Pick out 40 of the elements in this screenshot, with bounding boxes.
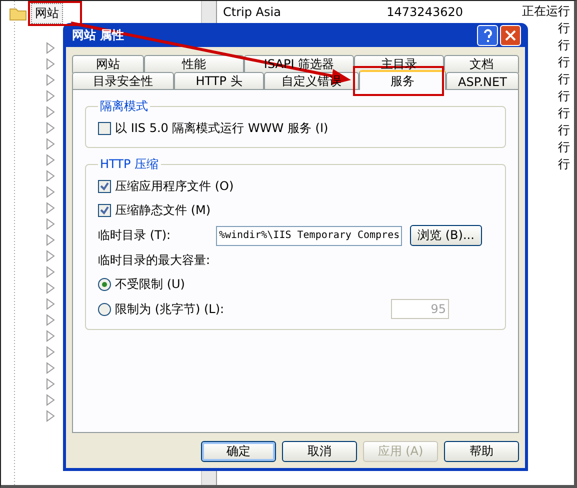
group-title: 隔离模式: [99, 98, 149, 115]
site-status: 行: [558, 139, 571, 156]
checkbox[interactable]: 压缩静态文件 (M): [98, 201, 493, 219]
site-status: 行: [558, 71, 571, 88]
tab[interactable]: 服务: [359, 70, 446, 90]
folder-icon: [9, 6, 27, 20]
site-status: 行: [558, 88, 571, 105]
checkbox[interactable]: 以 IIS 5.0 隔离模式运行 WWW 服务 (I): [98, 119, 493, 137]
dialog-button[interactable]: 确定: [201, 441, 276, 462]
tab[interactable]: 目录安全性: [72, 72, 174, 90]
directory-field[interactable]: %windir%\IIS Temporary Compres: [216, 226, 402, 246]
checkbox[interactable]: 压缩应用程序文件 (O): [98, 177, 493, 195]
check-icon: [100, 206, 109, 214]
site-name: Ctrip Asia: [223, 4, 282, 18]
radio-button[interactable]: 限制为 (兆字节) (L):: [98, 300, 224, 318]
site-status: 行: [558, 122, 571, 139]
radio-button[interactable]: 不受限制 (U): [98, 275, 185, 293]
check-icon: [100, 182, 109, 190]
field-label: 临时目录 (T):: [98, 227, 172, 244]
close-icon[interactable]: [500, 24, 521, 46]
tree-item[interactable]: 网站: [31, 3, 63, 24]
dialog-button[interactable]: 取消: [282, 441, 357, 462]
site-status: 行: [558, 20, 571, 37]
site-id: 1473243620: [386, 4, 463, 18]
highlight-box: [28, 1, 82, 26]
field-label: 临时目录的最大容量:: [98, 252, 212, 269]
browse-button[interactable]: 浏览 (B)...: [410, 225, 482, 246]
tab[interactable]: HTTP 头: [174, 72, 264, 90]
site-status: 行: [558, 54, 571, 71]
site-status: 正在运行: [522, 3, 571, 20]
tab[interactable]: 性能: [144, 55, 244, 73]
tab[interactable]: ASP.NET: [446, 72, 519, 90]
tab[interactable]: 网站: [72, 55, 144, 73]
dialog-button[interactable]: 帮助: [444, 441, 519, 462]
site-status: 行: [558, 156, 571, 173]
help-icon[interactable]: [477, 24, 498, 46]
site-status: 行: [558, 105, 571, 122]
group-title: HTTP 压缩: [99, 156, 160, 173]
tab[interactable]: 文档: [444, 55, 519, 73]
site-status: 行: [558, 37, 571, 54]
